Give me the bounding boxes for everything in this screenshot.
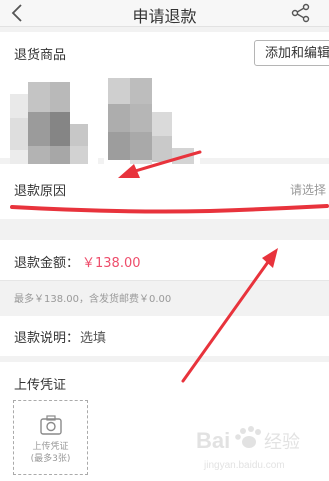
refund-amount-note: 最多￥138.00，含发货邮费￥0.00 bbox=[14, 294, 172, 305]
refund-amount-row: 退款金额： ￥138.00 bbox=[0, 240, 329, 280]
refund-reason-row[interactable]: 退款原因 请选择 bbox=[0, 164, 329, 219]
upload-evidence-title: 上传凭证 bbox=[14, 378, 67, 393]
upload-caption: 上传凭证 (最多3张) bbox=[14, 441, 87, 465]
svg-text:jingyan.baidu.com: jingyan.baidu.com bbox=[203, 460, 285, 471]
refund-amount-label: 退款金额： bbox=[14, 256, 80, 271]
refund-reason-label: 退款原因 bbox=[14, 184, 67, 199]
upload-box-limit: (最多3张) bbox=[30, 454, 71, 464]
refund-description-label: 退款说明： bbox=[14, 331, 80, 346]
refund-description-row[interactable]: 退款说明： 选填 bbox=[0, 316, 329, 356]
page-title: 申请退款 bbox=[132, 7, 197, 26]
add-edit-button[interactable]: 添加和编辑 bbox=[254, 40, 329, 66]
refund-description-input[interactable]: 选填 bbox=[80, 327, 106, 346]
refund-amount-value[interactable]: ￥138.00 bbox=[82, 252, 141, 271]
svg-text:Bai: Bai bbox=[196, 428, 230, 453]
refund-amount-note-bar: 最多￥138.00，含发货邮费￥0.00 bbox=[0, 280, 329, 313]
baidu-jingyan-watermark: Bai 经验 jingyan.baidu.com bbox=[196, 426, 300, 471]
upload-evidence-button[interactable]: 上传凭证 (最多3张) bbox=[13, 400, 88, 475]
return-goods-section: 退货商品 添加和编辑 bbox=[0, 32, 329, 184]
share-icon[interactable] bbox=[290, 2, 312, 24]
return-goods-label: 退货商品 bbox=[14, 48, 67, 63]
camera-icon bbox=[40, 415, 62, 435]
svg-text:经验: 经验 bbox=[264, 432, 300, 453]
nav-bar: 申请退款 bbox=[0, 0, 329, 27]
upload-box-title: 上传凭证 bbox=[32, 442, 69, 452]
refund-reason-select[interactable]: 请选择 bbox=[290, 181, 326, 198]
